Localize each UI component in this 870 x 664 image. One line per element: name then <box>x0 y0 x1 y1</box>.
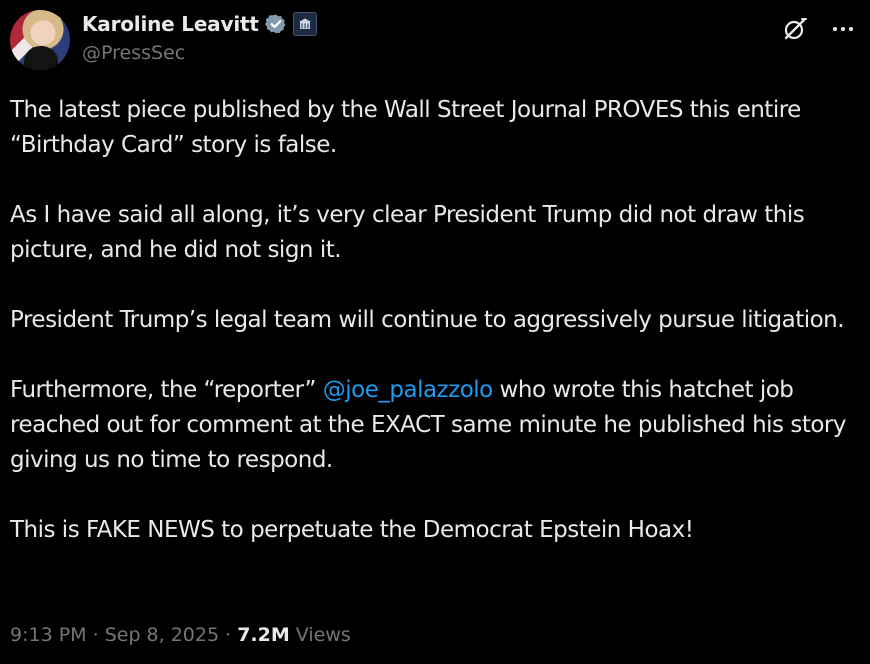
grok-icon[interactable] <box>780 14 810 44</box>
white-house-seal-icon[interactable] <box>292 12 317 36</box>
verified-badge-icon[interactable] <box>264 13 287 35</box>
author-display-name[interactable]: Karoline Leavitt <box>82 12 259 36</box>
tweet-card: Karoline Leavitt @PressSec The latest pi… <box>0 0 870 664</box>
tweet-meta: 9:13 PM · Sep 8, 2025 · 7.2M Views <box>10 624 351 646</box>
meta-separator: · <box>219 624 238 646</box>
author-handle[interactable]: @PressSec <box>82 42 185 64</box>
tweet-paragraph-4-start: Furthermore, the “reporter” <box>10 377 323 403</box>
avatar-silhouette <box>24 46 58 70</box>
views-count[interactable]: 7.2M <box>237 624 290 646</box>
tweet-paragraph-5: This is FAKE NEWS to perpetuate the Demo… <box>10 517 694 543</box>
tweet-date[interactable]: Sep 8, 2025 <box>105 624 219 646</box>
author-name-row: Karoline Leavitt <box>82 12 317 36</box>
tweet-paragraph-4: Furthermore, the “reporter” @joe_palazzo… <box>10 373 860 478</box>
tweet-header: Karoline Leavitt @PressSec <box>10 10 860 74</box>
more-options-icon[interactable] <box>828 14 858 44</box>
tweet-time[interactable]: 9:13 PM <box>10 624 87 646</box>
mention-link[interactable]: @joe_palazzolo <box>323 377 493 403</box>
avatar[interactable] <box>10 10 70 70</box>
tweet-text: The latest piece published by the Wall S… <box>10 93 860 548</box>
meta-separator: · <box>86 624 105 646</box>
views-label[interactable]: Views <box>290 624 351 646</box>
tweet-paragraph-2: As I have said all along, it’s very clea… <box>10 202 805 263</box>
tweet-paragraph-1: The latest piece published by the Wall S… <box>10 97 801 158</box>
tweet-paragraph-3: President Trump’s legal team will contin… <box>10 307 845 333</box>
